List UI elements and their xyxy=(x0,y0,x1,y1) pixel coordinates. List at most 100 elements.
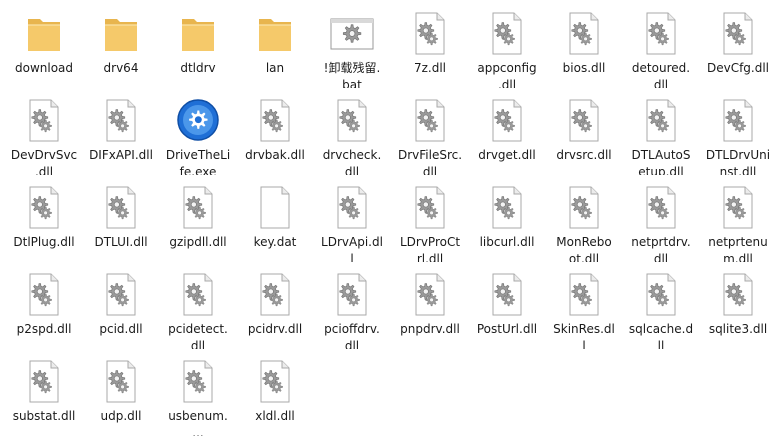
folder-icon xyxy=(182,19,214,51)
file-name-label: DriveTheLi fe.exe xyxy=(165,148,231,175)
file-item[interactable]: appconfig .dll xyxy=(469,2,545,88)
file-item[interactable]: DTLAutoS etup.dll xyxy=(623,89,699,175)
batch-file-icon xyxy=(330,18,374,50)
file-name-label: dtldrv xyxy=(180,61,216,75)
blank-file-icon xyxy=(260,186,290,229)
file-item[interactable]: DriveTheLi fe.exe xyxy=(160,89,236,175)
file-name-label: MonRebo ot.dll xyxy=(556,235,612,262)
file-item[interactable]: drvbak.dll xyxy=(237,89,313,175)
file-item[interactable]: pcioffdrv. dll xyxy=(314,263,390,349)
file-item[interactable]: DevCfg.dll xyxy=(700,2,774,88)
file-name-label: udp.dll xyxy=(100,409,142,423)
file-item[interactable]: xldl.dll xyxy=(237,350,313,436)
file-name-label: pcidrv.dll xyxy=(247,322,303,336)
file-item[interactable]: DevDrvSvc .dll xyxy=(6,89,82,175)
file-item[interactable]: PostUrl.dll xyxy=(469,263,545,349)
file-name-label: drvcheck. dll xyxy=(322,148,382,175)
file-item[interactable]: LDrvProCt rl.dll xyxy=(392,176,468,262)
file-name-label: DTLDrvUni nst.dll xyxy=(705,148,771,175)
file-item[interactable]: netprtenu m.dll xyxy=(700,176,774,262)
file-item[interactable]: key.dat xyxy=(237,176,313,262)
file-item[interactable]: drvcheck. dll xyxy=(314,89,390,175)
file-name-label: drvget.dll xyxy=(478,148,536,162)
file-item[interactable]: LDrvApi.dl l xyxy=(314,176,390,262)
file-name-label: DIFxAPI.dll xyxy=(89,148,153,162)
dll-file-icon xyxy=(183,273,213,316)
dll-file-icon xyxy=(569,273,599,316)
file-name-label: pcioffdrv. dll xyxy=(324,322,380,349)
file-item[interactable]: pcidrv.dll xyxy=(237,263,313,349)
file-icon-grid: download drv64 dtldrv lan !卸载残留. bat 7z.dll ap… xyxy=(0,0,774,436)
file-item[interactable]: drv64 xyxy=(83,2,159,88)
file-name-label: LDrvProCt rl.dll xyxy=(399,235,461,262)
dll-file-icon xyxy=(569,186,599,229)
dll-file-icon xyxy=(106,99,136,142)
file-item[interactable]: DTLUI.dll xyxy=(83,176,159,262)
file-item[interactable]: DtlPlug.dll xyxy=(6,176,82,262)
dll-file-icon xyxy=(106,186,136,229)
file-item[interactable]: bios.dll xyxy=(546,2,622,88)
file-item[interactable]: DIFxAPI.dll xyxy=(83,89,159,175)
file-name-label: pcid.dll xyxy=(99,322,143,336)
dll-file-icon xyxy=(415,99,445,142)
file-item[interactable]: p2spd.dll xyxy=(6,263,82,349)
file-item[interactable]: sqlcache.d ll xyxy=(623,263,699,349)
dll-file-icon xyxy=(723,273,753,316)
file-name-label: bios.dll xyxy=(562,61,606,75)
file-item[interactable]: sqlite3.dll xyxy=(700,263,774,349)
file-name-label: DevCfg.dll xyxy=(706,61,770,75)
file-name-label: substat.dll xyxy=(12,409,76,423)
dll-file-icon xyxy=(29,273,59,316)
file-item[interactable]: udp.dll xyxy=(83,350,159,436)
file-item[interactable]: !卸载残留. bat xyxy=(314,2,390,88)
dll-file-icon xyxy=(646,186,676,229)
file-item[interactable]: pnpdrv.dll xyxy=(392,263,468,349)
file-item[interactable]: download xyxy=(6,2,82,88)
file-name-label: xldl.dll xyxy=(255,409,295,423)
file-name-label: drv64 xyxy=(103,61,139,75)
file-name-label: lan xyxy=(265,61,285,75)
dll-file-icon xyxy=(260,360,290,403)
folder-icon xyxy=(259,19,291,51)
file-item[interactable]: DTLDrvUni nst.dll xyxy=(700,89,774,175)
file-item[interactable]: SkinRes.dl l xyxy=(546,263,622,349)
dll-file-icon xyxy=(569,12,599,55)
file-name-label: pcidetect. dll xyxy=(168,322,228,349)
dll-file-icon xyxy=(183,186,213,229)
file-item[interactable]: lan xyxy=(237,2,313,88)
file-item[interactable]: pcid.dll xyxy=(83,263,159,349)
file-name-label: drvbak.dll xyxy=(245,148,305,162)
file-item[interactable]: dtldrv xyxy=(160,2,236,88)
file-item[interactable]: MonRebo ot.dll xyxy=(546,176,622,262)
dll-file-icon xyxy=(492,12,522,55)
dll-file-icon xyxy=(337,99,367,142)
file-item[interactable]: DrvFileSrc. dll xyxy=(392,89,468,175)
drivethelife-app-icon xyxy=(177,99,219,141)
dll-file-icon xyxy=(492,273,522,316)
file-name-label: key.dat xyxy=(253,235,297,249)
file-item[interactable]: substat.dll xyxy=(6,350,82,436)
file-item[interactable]: drvget.dll xyxy=(469,89,545,175)
dll-file-icon xyxy=(29,360,59,403)
dll-file-icon xyxy=(492,186,522,229)
file-name-label: SkinRes.dl l xyxy=(553,322,615,349)
file-name-label: p2spd.dll xyxy=(16,322,72,336)
file-name-label: LDrvApi.dl l xyxy=(321,235,383,262)
file-item[interactable]: gzipdll.dll xyxy=(160,176,236,262)
file-name-label: netprtenu m.dll xyxy=(708,235,768,262)
dll-file-icon xyxy=(646,12,676,55)
file-item[interactable]: 7z.dll xyxy=(392,2,468,88)
file-name-label: !卸载残留. bat xyxy=(323,61,381,88)
file-item[interactable]: netprtdrv. dll xyxy=(623,176,699,262)
file-item[interactable]: detoured. dll xyxy=(623,2,699,88)
dll-file-icon xyxy=(492,99,522,142)
dll-file-icon xyxy=(337,273,367,316)
file-item[interactable]: libcurl.dll xyxy=(469,176,545,262)
file-item[interactable]: usbenum. ... xyxy=(160,350,236,436)
file-item[interactable]: pcidetect. dll xyxy=(160,263,236,349)
dll-file-icon xyxy=(723,186,753,229)
file-item[interactable]: drvsrc.dll xyxy=(546,89,622,175)
file-name-label: DtlPlug.dll xyxy=(13,235,75,249)
file-name-label: detoured. dll xyxy=(631,61,691,88)
file-name-label: DevDrvSvc .dll xyxy=(10,148,78,175)
